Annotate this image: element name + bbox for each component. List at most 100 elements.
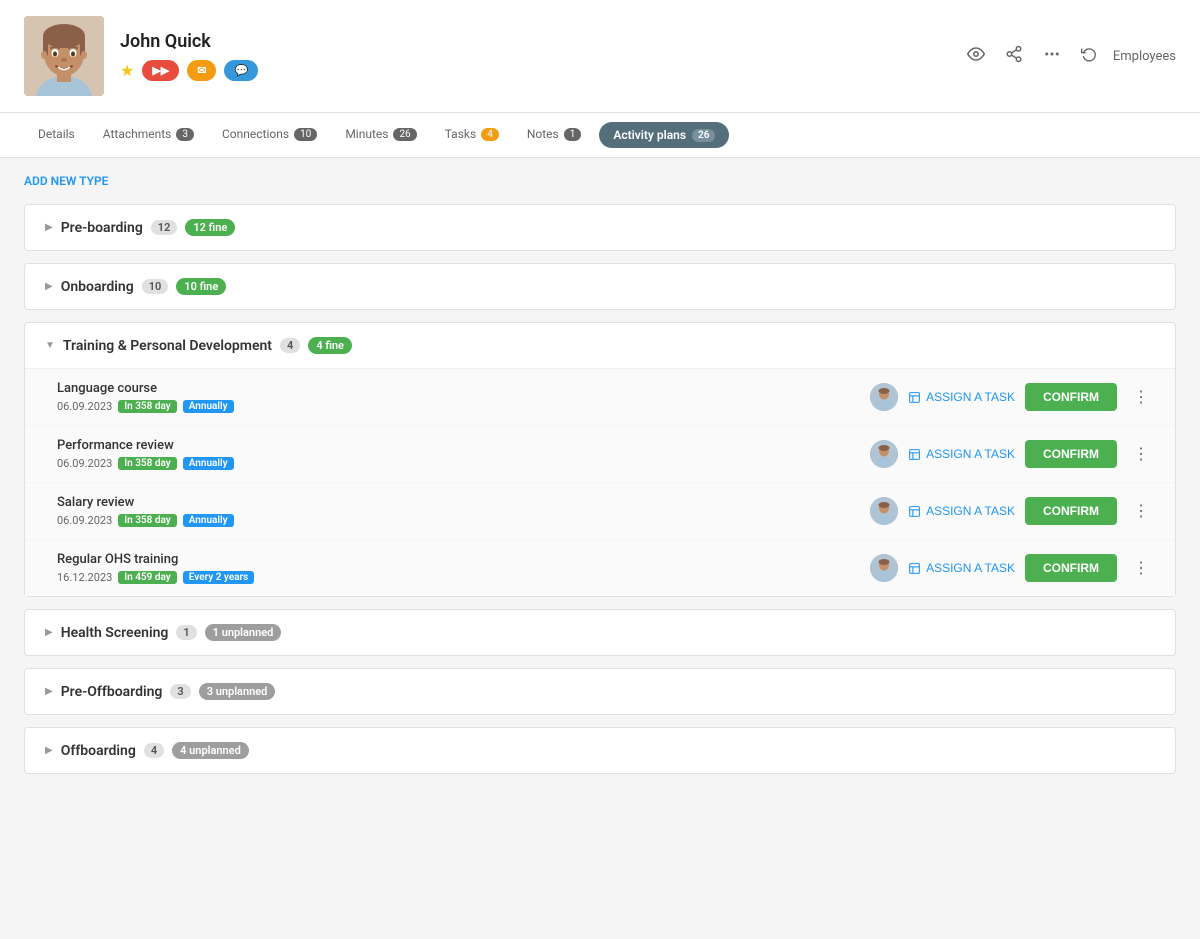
activity-row-ohs-training: Regular OHS training 16.12.2023 In 459 d… xyxy=(25,540,1175,596)
chevron-right-icon: ▶ xyxy=(45,627,53,638)
activity-name-ohs-training: Regular OHS training xyxy=(57,552,254,567)
assign-task-btn-performance-review[interactable]: ASSIGN A TASK xyxy=(908,447,1015,461)
notes-badge: 1 xyxy=(564,128,582,141)
status-badge-pre-offboarding: 3 unplanned xyxy=(199,683,276,700)
activity-meta-ohs-training: 16.12.2023 In 459 day Every 2 years xyxy=(57,571,254,584)
confirm-btn-salary-review[interactable]: CONFIRM xyxy=(1025,497,1117,525)
tab-attachments[interactable]: Attachments 3 xyxy=(89,113,208,157)
section-header-training[interactable]: ▼ Training & Personal Development 4 4 fi… xyxy=(25,323,1175,368)
chevron-right-icon: ▶ xyxy=(45,222,53,233)
forward-badge[interactable]: ▶▶ xyxy=(142,60,179,81)
attachments-badge: 3 xyxy=(176,128,194,141)
tag2-salary-review: Annually xyxy=(183,514,234,527)
avatar xyxy=(24,16,104,96)
assignee-avatar-performance-review xyxy=(870,440,898,468)
activity-right-language-course: ASSIGN A TASK CONFIRM ⋮ xyxy=(870,383,1155,411)
activity-right-ohs-training: ASSIGN A TASK CONFIRM ⋮ xyxy=(870,554,1155,582)
section-count-health-screening: 1 xyxy=(176,625,196,640)
tag1-performance-review: In 358 day xyxy=(118,457,176,470)
tag1-language-course: In 358 day xyxy=(118,400,176,413)
section-count-training: 4 xyxy=(280,338,300,353)
chevron-right-icon: ▶ xyxy=(45,686,53,697)
tab-activity-plans[interactable]: Activity plans 26 xyxy=(599,122,729,148)
tab-notes[interactable]: Notes 1 xyxy=(513,113,596,157)
activity-right-salary-review: ASSIGN A TASK CONFIRM ⋮ xyxy=(870,497,1155,525)
section-header-offboarding[interactable]: ▶ Offboarding 4 4 unplanned xyxy=(25,728,1175,773)
tag1-ohs-training: In 459 day xyxy=(118,571,176,584)
confirm-btn-performance-review[interactable]: CONFIRM xyxy=(1025,440,1117,468)
tab-minutes[interactable]: Minutes 26 xyxy=(331,113,430,157)
tag2-performance-review: Annually xyxy=(183,457,234,470)
activity-row-language-course: Language course 06.09.2023 In 358 day An… xyxy=(25,369,1175,426)
connections-badge: 10 xyxy=(294,128,317,141)
activity-left-salary-review: Salary review 06.09.2023 In 358 day Annu… xyxy=(57,495,234,527)
assign-task-btn-salary-review[interactable]: ASSIGN A TASK xyxy=(908,504,1015,518)
tab-tasks[interactable]: Tasks 4 xyxy=(431,113,513,157)
activity-meta-salary-review: 06.09.2023 In 358 day Annually xyxy=(57,514,234,527)
chat-badge[interactable]: 💬 xyxy=(224,60,258,81)
section-header-pre-boarding[interactable]: ▶ Pre-boarding 12 12 fine xyxy=(25,205,1175,250)
history-icon-button[interactable] xyxy=(1077,42,1101,71)
section-pre-boarding: ▶ Pre-boarding 12 12 fine xyxy=(24,204,1176,251)
more-options-button[interactable] xyxy=(1039,41,1065,72)
more-btn-performance-review[interactable]: ⋮ xyxy=(1127,442,1155,466)
section-title-offboarding: Offboarding xyxy=(61,743,136,759)
message-badge[interactable]: ✉ xyxy=(187,60,216,81)
section-items-training: Language course 06.09.2023 In 358 day An… xyxy=(25,368,1175,596)
tasks-badge: 4 xyxy=(481,128,499,141)
activity-date-ohs-training: 16.12.2023 xyxy=(57,571,112,584)
assignee-avatar-language-course xyxy=(870,383,898,411)
section-count-onboarding: 10 xyxy=(142,279,169,294)
section-training: ▼ Training & Personal Development 4 4 fi… xyxy=(24,322,1176,597)
status-badge-offboarding: 4 unplanned xyxy=(172,742,249,759)
section-health-screening: ▶ Health Screening 1 1 unplanned xyxy=(24,609,1176,656)
section-pre-offboarding: ▶ Pre-Offboarding 3 3 unplanned xyxy=(24,668,1176,715)
activity-meta-performance-review: 06.09.2023 In 358 day Annually xyxy=(57,457,234,470)
activity-name-salary-review: Salary review xyxy=(57,495,234,510)
view-icon-button[interactable] xyxy=(963,41,989,72)
section-header-onboarding[interactable]: ▶ Onboarding 10 10 fine xyxy=(25,264,1175,309)
assign-task-btn-ohs-training[interactable]: ASSIGN A TASK xyxy=(908,561,1015,575)
section-title-pre-boarding: Pre-boarding xyxy=(61,220,143,236)
section-header-pre-offboarding[interactable]: ▶ Pre-Offboarding 3 3 unplanned xyxy=(25,669,1175,714)
minutes-badge: 26 xyxy=(393,128,416,141)
tab-details[interactable]: Details xyxy=(24,113,89,157)
more-btn-language-course[interactable]: ⋮ xyxy=(1127,385,1155,409)
assignee-avatar-ohs-training xyxy=(870,554,898,582)
section-title-onboarding: Onboarding xyxy=(61,279,134,295)
activity-left-language-course: Language course 06.09.2023 In 358 day An… xyxy=(57,381,234,413)
employees-link[interactable]: Employees xyxy=(1113,49,1176,64)
profile-actions: ★ ▶▶ ✉ 💬 xyxy=(120,60,258,81)
section-header-health-screening[interactable]: ▶ Health Screening 1 1 unplanned xyxy=(25,610,1175,655)
tabs-bar: Details Attachments 3 Connections 10 Min… xyxy=(0,113,1200,158)
star-icon[interactable]: ★ xyxy=(120,61,134,80)
section-onboarding: ▶ Onboarding 10 10 fine xyxy=(24,263,1176,310)
more-btn-salary-review[interactable]: ⋮ xyxy=(1127,499,1155,523)
profile-name: John Quick xyxy=(120,31,258,52)
chevron-down-icon: ▼ xyxy=(45,340,55,351)
activity-right-performance-review: ASSIGN A TASK CONFIRM ⋮ xyxy=(870,440,1155,468)
add-new-type-button[interactable]: ADD NEW TYPE xyxy=(24,174,1176,188)
section-count-offboarding: 4 xyxy=(144,743,164,758)
status-badge-onboarding: 10 fine xyxy=(176,278,226,295)
activity-left-performance-review: Performance review 06.09.2023 In 358 day… xyxy=(57,438,234,470)
section-title-pre-offboarding: Pre-Offboarding xyxy=(61,684,163,700)
tag2-ohs-training: Every 2 years xyxy=(183,571,255,584)
activity-date-salary-review: 06.09.2023 xyxy=(57,514,112,527)
tab-connections[interactable]: Connections 10 xyxy=(208,113,331,157)
activity-date-language-course: 06.09.2023 xyxy=(57,400,112,413)
activity-name-performance-review: Performance review xyxy=(57,438,234,453)
main-content: ADD NEW TYPE ▶ Pre-boarding 12 12 fine ▶… xyxy=(0,158,1200,802)
activity-name-language-course: Language course xyxy=(57,381,234,396)
share-icon-button[interactable] xyxy=(1001,41,1027,72)
section-title-health-screening: Health Screening xyxy=(61,625,169,641)
top-bar: John Quick ★ ▶▶ ✉ 💬 xyxy=(0,0,1200,113)
assign-task-btn-language-course[interactable]: ASSIGN A TASK xyxy=(908,390,1015,404)
more-btn-ohs-training[interactable]: ⋮ xyxy=(1127,556,1155,580)
confirm-btn-ohs-training[interactable]: CONFIRM xyxy=(1025,554,1117,582)
activity-date-performance-review: 06.09.2023 xyxy=(57,457,112,470)
chevron-right-icon: ▶ xyxy=(45,281,53,292)
confirm-btn-language-course[interactable]: CONFIRM xyxy=(1025,383,1117,411)
activity-meta-language-course: 06.09.2023 In 358 day Annually xyxy=(57,400,234,413)
activity-row-salary-review: Salary review 06.09.2023 In 358 day Annu… xyxy=(25,483,1175,540)
